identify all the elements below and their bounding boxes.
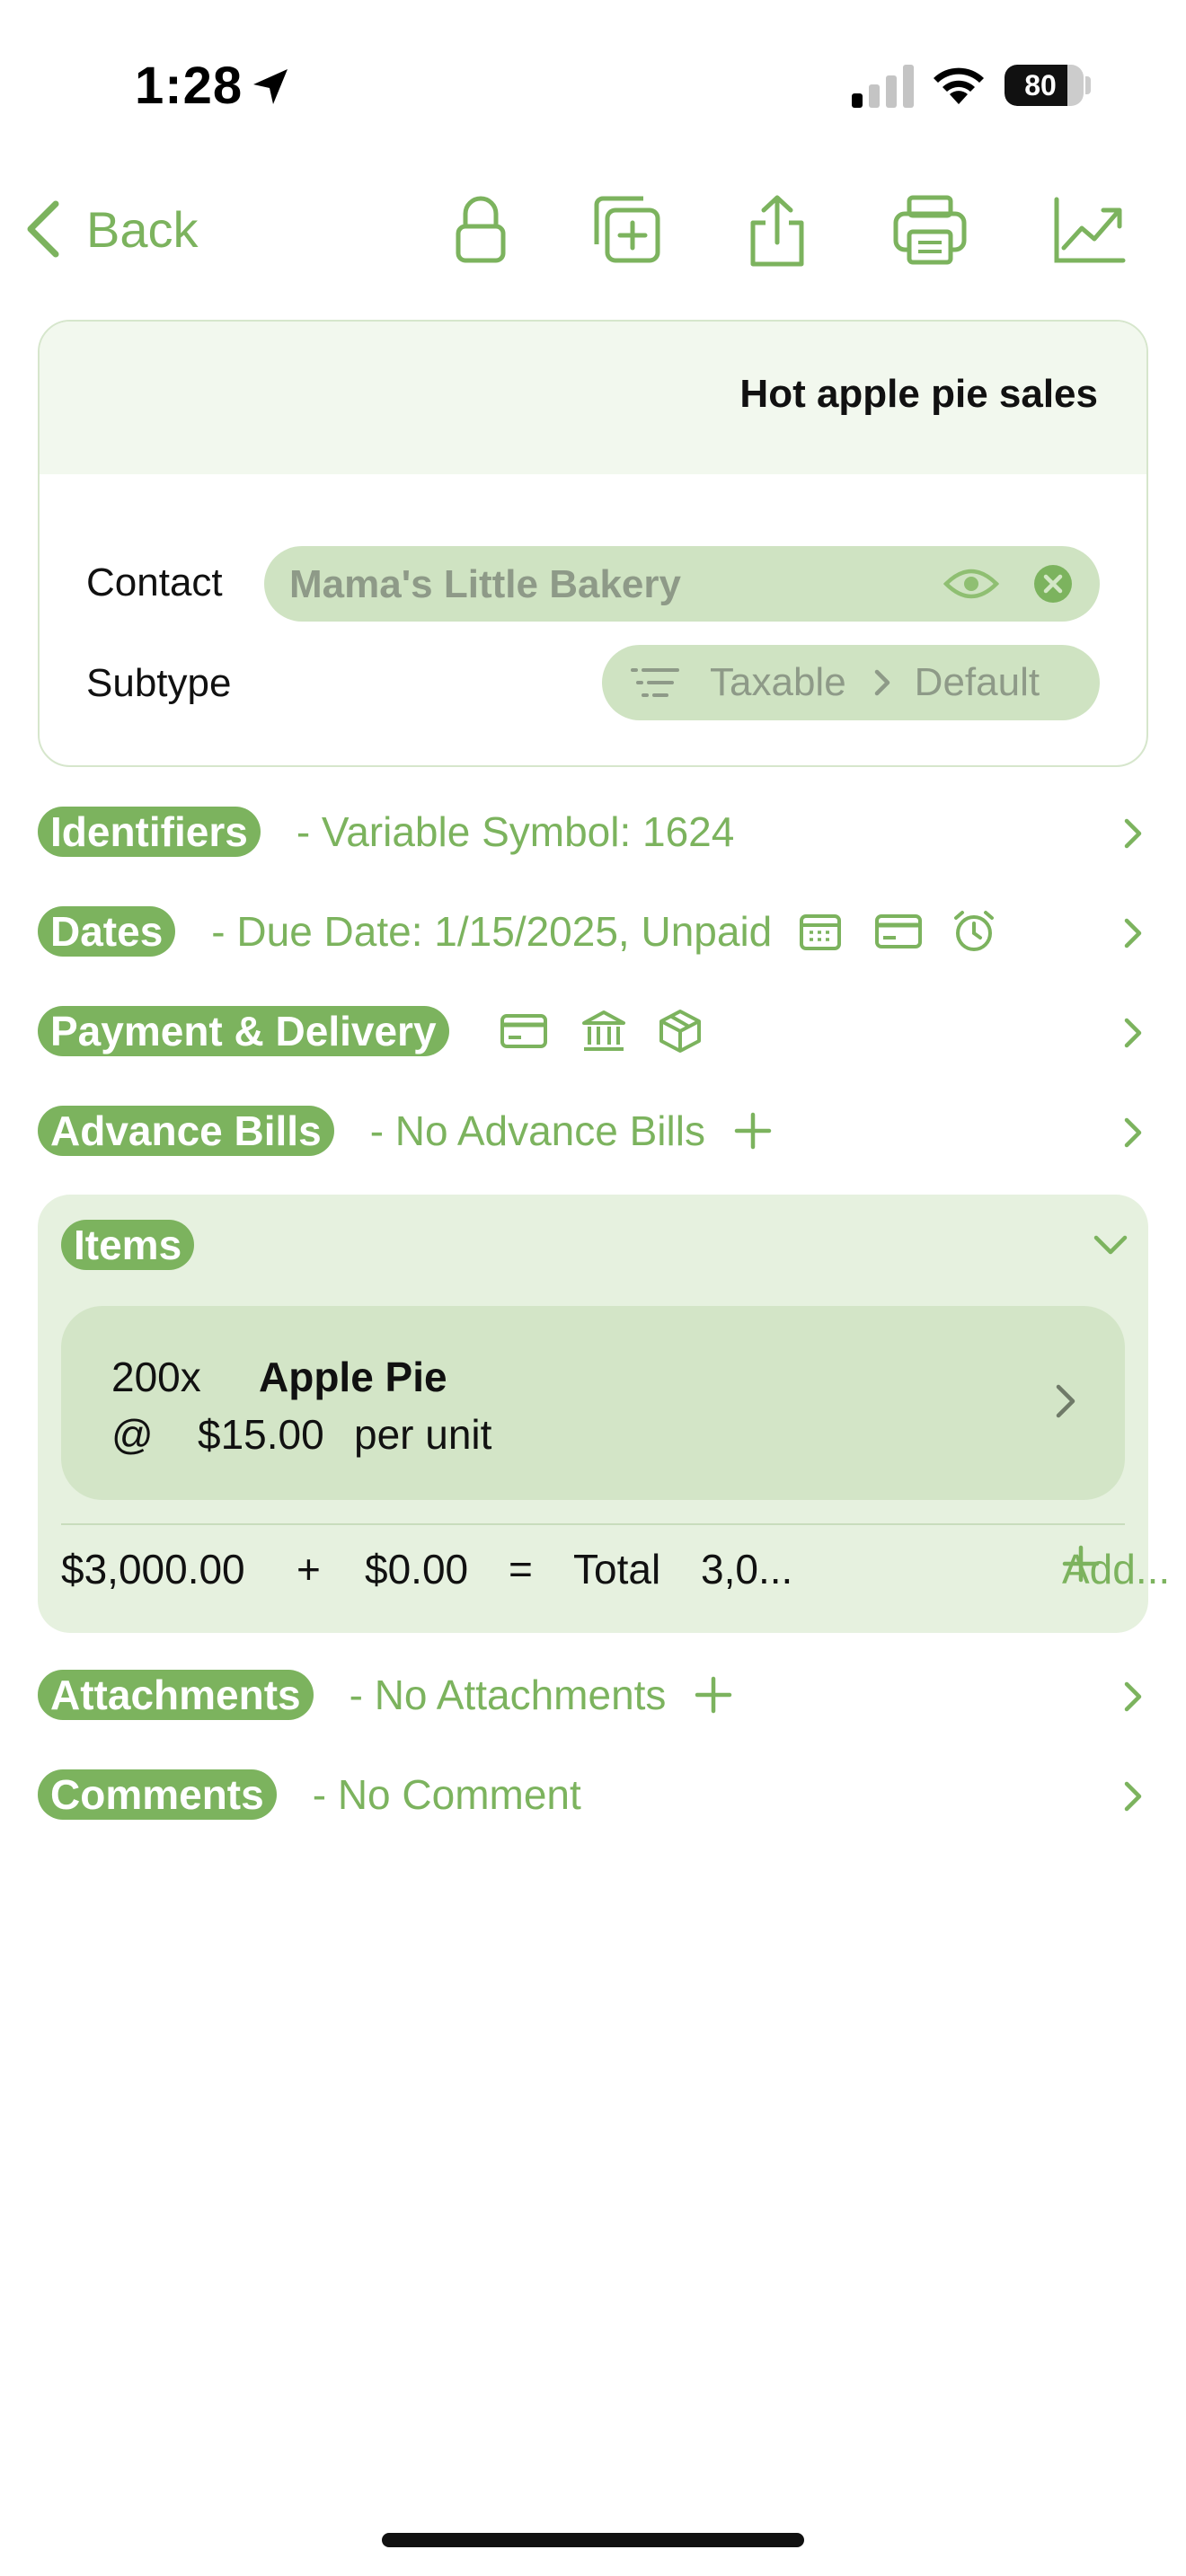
title-area[interactable]: Hot apple pie sales [40,322,1146,474]
clear-icon[interactable] [1033,564,1073,604]
credit-card-icon [500,1014,547,1048]
equals-sign: = [509,1546,533,1592]
subtotal-value: $3,000.00 [61,1546,245,1592]
comments-badge: Comments [38,1769,277,1820]
item-unit-price: $15.00 [198,1411,324,1458]
dates-row[interactable]: Dates - Due Date: 1/15/2025, Unpaid [38,895,1148,967]
contact-value: Mama's Little Bakery [289,562,681,606]
tax-value: $0.00 [365,1546,469,1592]
share-icon[interactable] [746,194,809,269]
cellular-signal-icon [852,65,914,108]
status-time: 1:28 [135,57,243,115]
advance-bills-row[interactable]: Advance Bills - No Advance Bills [38,1095,1148,1167]
back-button[interactable]: Back [25,198,199,260]
item-at-symbol: @ [111,1411,154,1458]
chevron-right-icon [1124,1681,1142,1712]
identifiers-badge: Identifiers [38,807,261,857]
identifiers-summary: - Variable Symbol: 1624 [296,808,735,855]
items-section: Items 200x Apple Pie @ $15.00 per unit $… [38,1195,1170,1633]
payment-delivery-row[interactable]: Payment & Delivery [38,995,1148,1067]
duplicate-icon[interactable] [589,194,665,266]
chevron-right-icon [1124,918,1142,948]
eye-icon[interactable] [943,564,999,604]
chevron-right-icon [1056,1384,1075,1418]
add-item-label: Add... [1062,1546,1171,1592]
document-title[interactable]: Hot apple pie sales [739,372,1098,417]
chevron-left-icon [27,200,59,258]
item-unit-label: per unit [354,1411,492,1458]
comments-summary: - No Comment [312,1771,581,1818]
divider [61,1523,1125,1525]
bank-icon [581,1010,625,1051]
item-quantity: 200x [111,1354,201,1400]
attachments-badge: Attachments [38,1670,314,1720]
calendar-icon [800,914,842,950]
chevron-down-icon[interactable] [1093,1234,1128,1256]
items-badge[interactable]: Items [61,1220,195,1270]
alarm-clock-icon [954,911,995,951]
chevron-right-icon [1124,1018,1142,1048]
advance-bills-badge: Advance Bills [38,1106,334,1156]
home-indicator[interactable] [382,2533,804,2547]
list-icon [631,668,679,697]
subtype-field[interactable]: Taxable Default [602,645,1100,720]
status-bar: 1:28 80 [0,0,1186,171]
payment-delivery-badge: Payment & Delivery [38,1006,449,1056]
subtype-value: Taxable [710,660,846,704]
dates-badge: Dates [38,906,176,957]
add-item-button[interactable]: Add... [1062,1545,1170,1592]
identifiers-row[interactable]: Identifiers - Variable Symbol: 1624 [38,796,1148,868]
item-name: Apple Pie [259,1354,447,1400]
total-value: 3,0... [701,1546,793,1592]
print-icon[interactable] [891,194,969,266]
advance-bills-summary: - No Advance Bills [369,1107,705,1154]
chevron-right-icon [1124,818,1142,849]
back-label: Back [86,200,199,258]
wifi-icon [934,67,984,104]
package-icon [659,1010,701,1053]
document-header-card: Hot apple pie sales Contact Mama's Littl… [38,320,1148,767]
subtype-label: Subtype [86,661,232,705]
credit-card-icon [875,914,923,948]
contact-label: Contact [86,560,223,604]
lock-icon[interactable] [453,194,509,266]
attachments-row[interactable]: Attachments - No Attachments [38,1659,1148,1731]
subtype-detail: Default [914,660,1040,704]
chart-trend-icon[interactable] [1051,194,1127,266]
list-item[interactable]: 200x Apple Pie @ $15.00 per unit [61,1306,1125,1500]
plus-sign: + [296,1546,321,1592]
plus-icon[interactable] [734,1112,772,1150]
navigation-bar: Back [0,180,1186,278]
chevron-right-icon [874,669,890,696]
total-label: Total [573,1546,661,1592]
attachments-summary: - No Attachments [349,1672,667,1718]
location-arrow-icon [253,69,288,104]
chevron-right-icon [1124,1781,1142,1812]
plus-icon[interactable] [695,1676,732,1714]
contact-field[interactable]: Mama's Little Bakery [264,546,1100,622]
comments-row[interactable]: Comments - No Comment [38,1759,1148,1831]
dates-summary: - Due Date: 1/15/2025, Unpaid [211,908,773,955]
battery-icon: 80 [1005,65,1084,106]
totals-row: $3,000.00 + $0.00 = Total 3,0... Add... [61,1545,1170,1608]
chevron-right-icon [1124,1117,1142,1148]
